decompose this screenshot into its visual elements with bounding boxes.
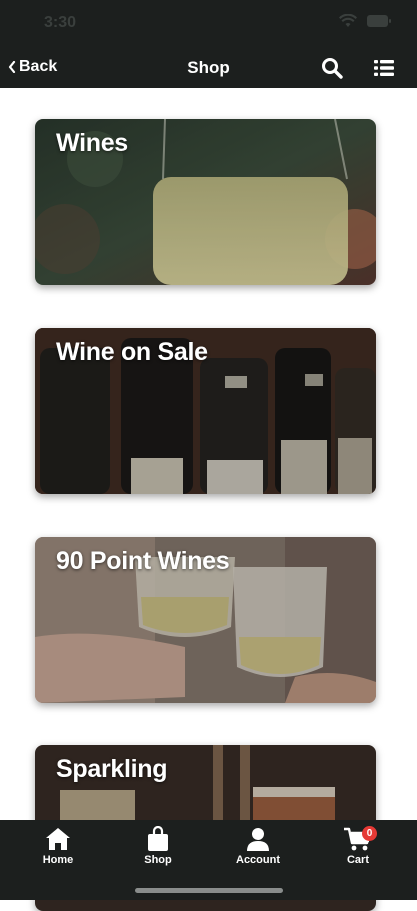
battery-icon — [367, 15, 391, 27]
wifi-icon — [339, 14, 357, 27]
card-title: Wines — [56, 129, 128, 157]
tab-account[interactable]: Account — [218, 826, 298, 866]
card-title: Wine on Sale — [56, 338, 208, 366]
category-card-wines[interactable]: Wines — [35, 119, 376, 285]
person-icon — [247, 828, 269, 851]
status-icons — [339, 14, 391, 28]
category-card-wine-on-sale[interactable]: Wine on Sale — [35, 328, 376, 494]
page-title: Shop — [187, 58, 230, 77]
search-icon[interactable] — [321, 57, 343, 79]
tab-shop[interactable]: Shop — [118, 826, 198, 866]
card-title: Sparkling — [56, 755, 168, 783]
tab-label: Cart — [346, 854, 369, 866]
tab-label: Account — [236, 854, 280, 866]
card-title: 90 Point Wines — [56, 547, 230, 575]
home-indicator — [135, 888, 283, 893]
top-navigation-bar: 3:30 Back Shop — [0, 0, 417, 88]
cart-count-badge: 0 — [362, 826, 377, 841]
tab-home[interactable]: Home — [18, 826, 98, 866]
tab-cart[interactable]: 0 Cart — [318, 826, 398, 866]
tab-label: Home — [42, 854, 74, 866]
tab-label: Shop — [144, 854, 172, 866]
status-time: 3:30 — [44, 14, 77, 31]
home-icon — [46, 828, 70, 850]
list-view-icon[interactable] — [373, 57, 395, 79]
category-card-90-point-wines[interactable]: 90 Point Wines — [35, 537, 376, 703]
shopping-bag-icon — [148, 826, 168, 851]
